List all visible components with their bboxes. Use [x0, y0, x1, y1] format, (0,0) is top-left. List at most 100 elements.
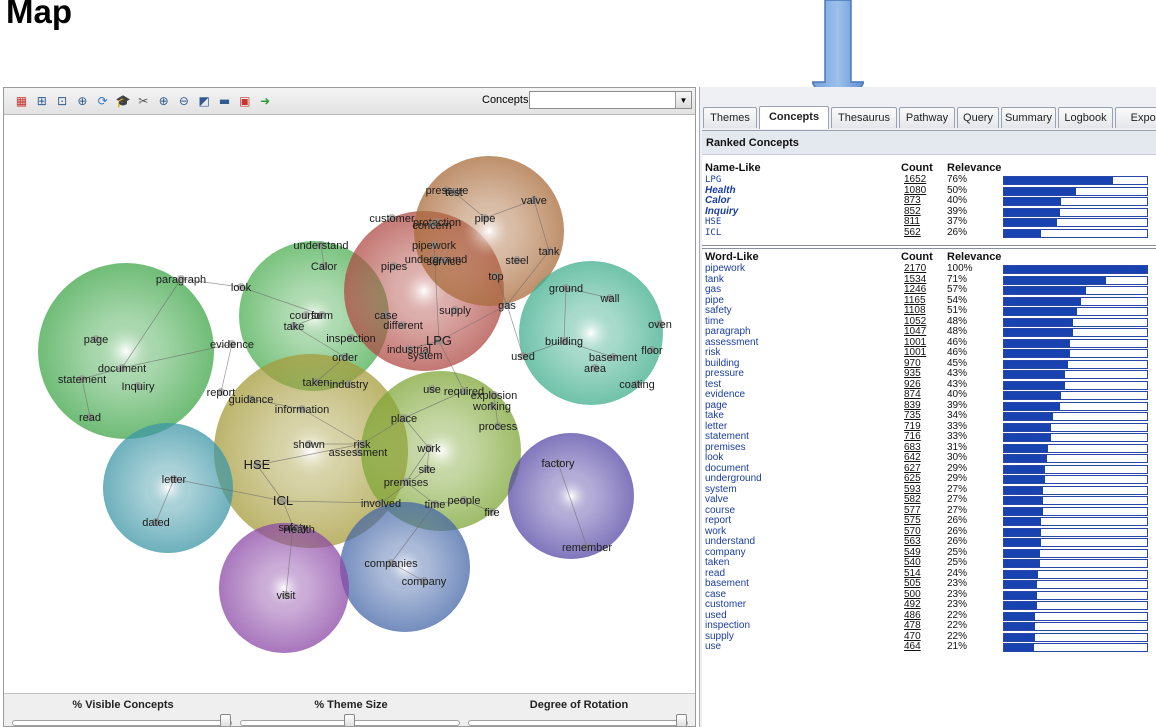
concept-label[interactable]: wall [600, 293, 620, 305]
concept-label[interactable]: steel [505, 255, 528, 267]
concept-label[interactable]: top [488, 271, 503, 283]
concept-count-link[interactable]: 874 [904, 389, 921, 401]
concept-count-link[interactable]: 562 [904, 227, 921, 239]
concept-name-link[interactable]: customer [705, 599, 746, 611]
concept-label[interactable]: fire [484, 507, 499, 519]
concept-name-link[interactable]: inspection [705, 620, 750, 632]
concept-row[interactable]: statement 716 33% [702, 431, 1156, 443]
concept-count-link[interactable]: 935 [904, 368, 921, 380]
concept-label[interactable]: place [391, 413, 417, 425]
theme-bubble-document[interactable] [38, 263, 214, 439]
concept-row[interactable]: valve 582 27% [702, 494, 1156, 506]
concept-name-link[interactable]: pipework [705, 263, 745, 275]
concept-row[interactable]: HSE 811 37% [702, 216, 1156, 228]
concept-name-link[interactable]: take [705, 410, 724, 422]
concept-label[interactable]: page [84, 334, 108, 346]
concept-count-link[interactable]: 1652 [904, 174, 926, 186]
concept-label[interactable]: work [416, 443, 441, 455]
concept-label[interactable]: paragraph [156, 274, 206, 286]
concept-row[interactable]: assessment 1001 46% [702, 337, 1156, 349]
concept-label[interactable]: guidance [229, 394, 274, 406]
concept-count-link[interactable]: 1047 [904, 326, 926, 338]
concept-row[interactable]: risk 1001 46% [702, 347, 1156, 359]
concept-label[interactable]: gas [498, 300, 516, 312]
concept-row[interactable]: read 514 24% [702, 568, 1156, 580]
concept-name-link[interactable]: gas [705, 284, 721, 296]
concept-label[interactable]: shown [293, 439, 325, 451]
concept-count-link[interactable]: 1108 [904, 305, 926, 317]
tab-summary[interactable]: Summary [1001, 107, 1056, 128]
concept-name-link[interactable]: safety [705, 305, 732, 317]
concept-label[interactable]: oven [648, 319, 672, 331]
concept-row[interactable]: time 1052 48% [702, 316, 1156, 328]
tab-logbook[interactable]: Logbook [1058, 107, 1113, 128]
concept-label[interactable]: concern [412, 220, 451, 232]
concept-label[interactable]: look [231, 282, 252, 294]
concept-name-link[interactable]: HSE [705, 217, 721, 228]
concept-name-link[interactable]: Calor [705, 195, 731, 207]
concept-label[interactable]: different [383, 320, 423, 332]
concept-row[interactable]: building 970 45% [702, 358, 1156, 370]
concept-label[interactable]: supply [439, 305, 471, 317]
tab-themes[interactable]: Themes [703, 107, 757, 128]
concept-row[interactable]: take 735 34% [702, 410, 1156, 422]
concept-row[interactable]: basement 505 23% [702, 578, 1156, 590]
concept-name-link[interactable]: report [705, 515, 731, 527]
concept-label[interactable]: evidence [210, 339, 254, 351]
concept-label[interactable]: floor [641, 345, 663, 357]
concept-label[interactable]: letter [162, 474, 187, 486]
concept-label[interactable]: time [425, 499, 446, 511]
concept-count-link[interactable]: 563 [904, 536, 921, 548]
concept-label[interactable]: companies [364, 558, 418, 570]
concept-label[interactable]: take [284, 321, 305, 333]
concept-row[interactable]: underground 625 29% [702, 473, 1156, 485]
concept-row[interactable]: course 577 27% [702, 505, 1156, 517]
concept-label[interactable]: industry [330, 379, 369, 391]
concept-label[interactable]: visit [277, 590, 296, 602]
concept-row[interactable]: Inquiry 852 39% [702, 206, 1156, 218]
concept-name-link[interactable]: evidence [705, 389, 745, 401]
concept-label[interactable]: use [423, 384, 441, 396]
concept-row[interactable]: pipe 1165 54% [702, 295, 1156, 307]
concept-row[interactable]: Calor 873 40% [702, 195, 1156, 207]
slider-thumb[interactable] [220, 714, 231, 726]
concept-label[interactable]: area [584, 363, 607, 375]
tab-concepts[interactable]: Concepts [759, 106, 829, 129]
tab-pathway[interactable]: Pathway [899, 107, 955, 128]
concept-label[interactable]: statement [58, 374, 106, 386]
concept-count-link[interactable]: 1001 [904, 347, 926, 359]
concept-map[interactable]: pressuretestvalvecustomerprotectionconce… [4, 88, 696, 693]
concept-name-link[interactable]: taken [705, 557, 729, 569]
concept-label[interactable]: read [79, 412, 101, 424]
concept-row[interactable]: paragraph 1047 48% [702, 326, 1156, 338]
concept-label[interactable]: involved [361, 498, 401, 510]
concept-row[interactable]: supply 470 22% [702, 631, 1156, 643]
concept-label[interactable]: assessment [329, 447, 388, 459]
concept-name-link[interactable]: look [705, 452, 723, 464]
concept-row[interactable]: look 642 30% [702, 452, 1156, 464]
concept-label[interactable]: Health [283, 524, 315, 536]
concept-count-link[interactable]: 873 [904, 195, 921, 207]
concept-row[interactable]: used 486 22% [702, 610, 1156, 622]
concept-row[interactable]: safety 1108 51% [702, 305, 1156, 317]
concept-row[interactable]: letter 719 33% [702, 421, 1156, 433]
slider-thumb[interactable] [676, 714, 687, 726]
concept-row[interactable]: understand 563 26% [702, 536, 1156, 548]
concept-row[interactable]: work 570 26% [702, 526, 1156, 538]
tab-expor[interactable]: Expor [1115, 107, 1156, 128]
concept-name-link[interactable]: use [705, 641, 721, 653]
concept-row[interactable]: use 464 21% [702, 641, 1156, 653]
concept-row[interactable]: tank 1534 71% [702, 274, 1156, 286]
concept-row[interactable]: test 926 43% [702, 379, 1156, 391]
concept-row[interactable]: system 593 27% [702, 484, 1156, 496]
concept-name-link[interactable]: underground [705, 473, 762, 485]
concept-label[interactable]: HSE [244, 457, 271, 472]
concept-label[interactable]: customer [369, 213, 415, 225]
concept-label[interactable]: remember [562, 542, 612, 554]
concept-name-link[interactable]: risk [705, 347, 721, 359]
concept-row[interactable]: pipework 2170 100% [702, 263, 1156, 275]
concept-row[interactable]: gas 1246 57% [702, 284, 1156, 296]
concept-label[interactable]: taken [303, 377, 330, 389]
concept-name-link[interactable]: understand [705, 536, 755, 548]
concept-name-link[interactable]: pressure [705, 368, 744, 380]
